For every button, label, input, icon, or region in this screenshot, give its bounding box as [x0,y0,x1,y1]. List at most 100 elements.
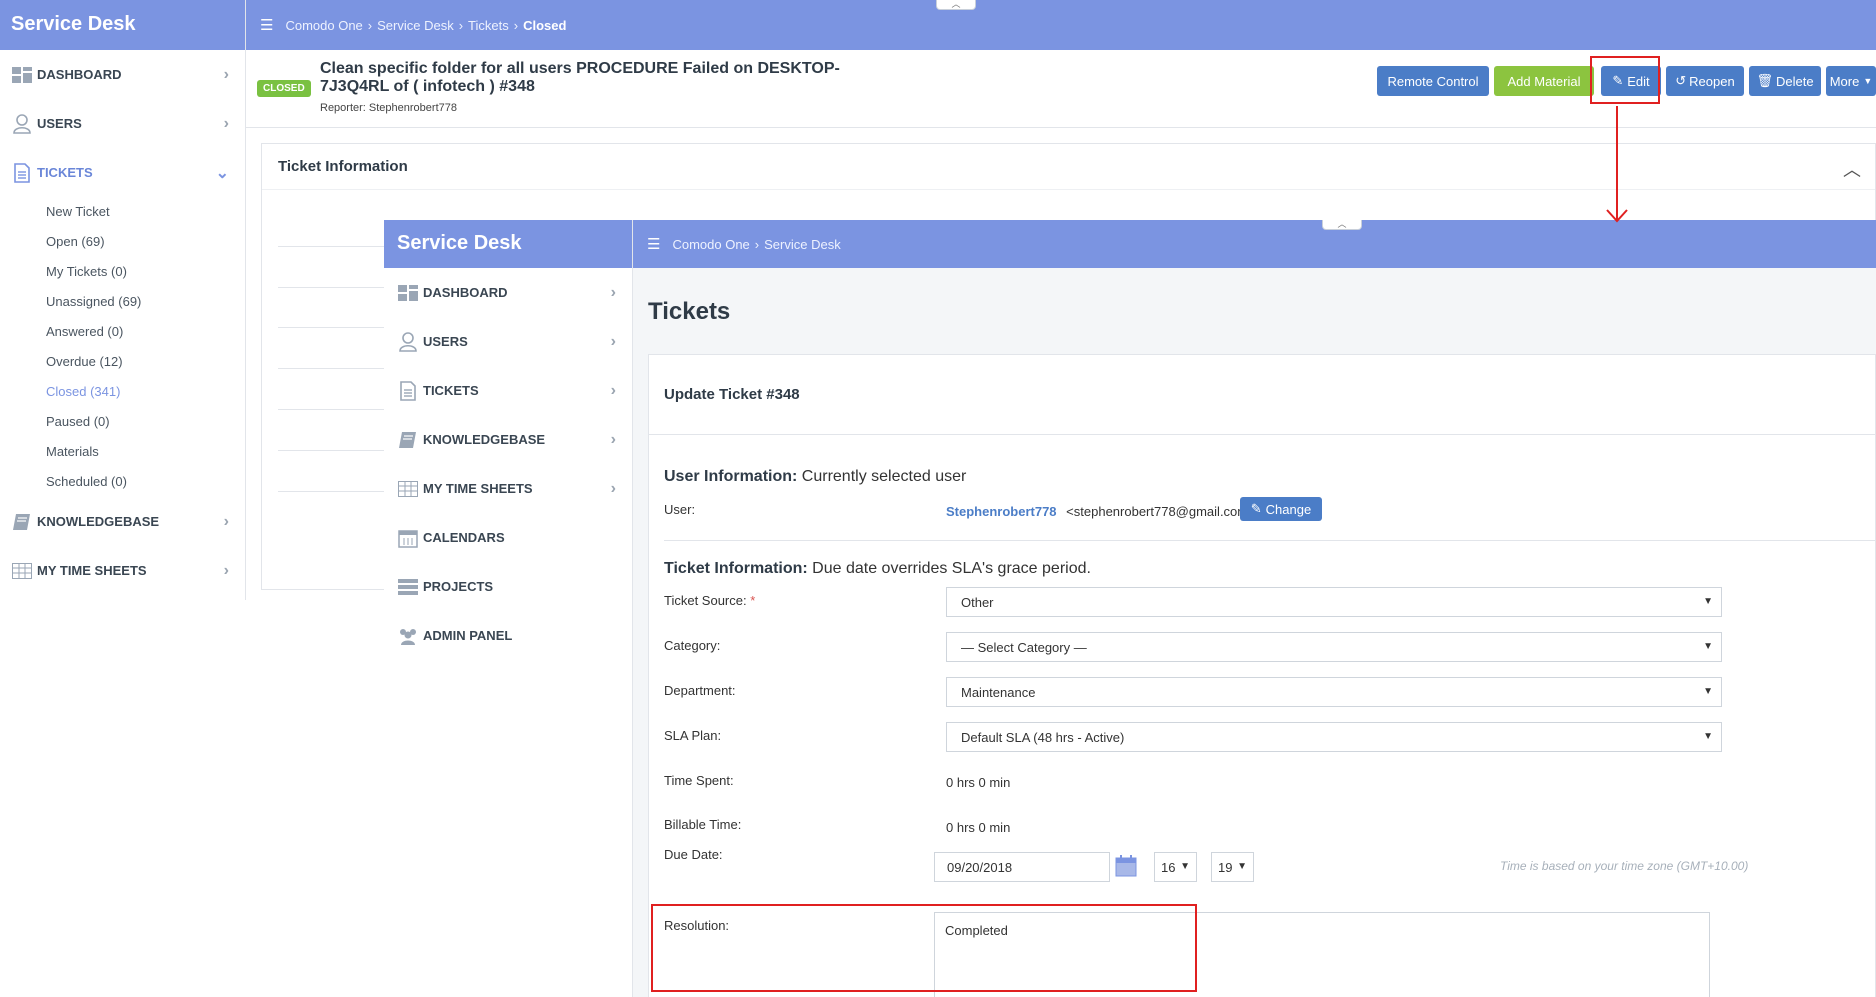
change-user-button[interactable]: ✎ Change [1240,497,1322,521]
select-value: Other [961,594,994,610]
collapse-header-icon[interactable]: ︿ [936,0,976,10]
due-date-input[interactable]: 09/20/2018 [934,852,1110,882]
breadcrumb-comodo-one[interactable]: Comodo One [672,237,749,252]
annotation-arrow-head-icon [1606,209,1628,223]
breadcrumb-comodo-one[interactable]: Comodo One [285,18,362,33]
ticket-information-heading: Ticket Information: Due date overrides S… [664,560,1091,578]
due-hour-select[interactable]: 16 ▼ [1154,852,1197,882]
chevron-right-icon: › [223,561,229,579]
time-spent-label: Time Spent: [664,773,734,788]
category-label: Category: [664,638,721,653]
document-icon [11,162,33,184]
book-icon [397,429,419,451]
calendar-picker-icon[interactable] [1115,855,1137,877]
sidebar-item-tickets[interactable]: TICKETS › [384,366,632,415]
sidebar-item-label: CALENDARS [423,530,505,545]
table-icon [11,560,33,582]
sidebar-item-dashboard[interactable]: DASHBOARD › [0,50,245,99]
submenu-open[interactable]: Open (69) [0,227,245,257]
app-logo[interactable]: Service Desk [0,0,245,50]
document-icon [397,380,419,402]
sidebar-item-tickets[interactable]: TICKETS ⌄ [0,148,245,197]
submenu-scheduled[interactable]: Scheduled (0) [0,467,245,497]
projects-icon [397,576,419,598]
due-minute-select[interactable]: 19 ▼ [1211,852,1254,882]
category-select[interactable]: — Select Category — ▼ [946,632,1722,662]
submenu-my-tickets[interactable]: My Tickets (0) [0,257,245,287]
change-button-label: Change [1265,501,1312,517]
user-email: <stephenrobert778@gmail.com> [1066,504,1256,519]
required-asterisk: * [750,593,756,608]
breadcrumb-tickets[interactable]: Tickets [468,18,509,33]
hamburger-menu-icon[interactable]: ☰ [647,235,660,253]
table-icon [397,478,419,500]
page-title: Tickets [648,298,731,325]
submenu-overdue[interactable]: Overdue (12) [0,347,245,377]
breadcrumb-service-desk[interactable]: Service Desk [377,18,454,33]
app-logo[interactable]: Service Desk [384,220,632,268]
user-name-link[interactable]: Stephenrobert778 [946,504,1057,519]
chevron-right-icon: › [610,479,616,497]
delete-button[interactable]: 🗑 Delete [1749,66,1821,96]
sidebar-item-label: USERS [37,116,82,131]
chevron-right-icon: › [610,430,616,448]
collapse-header-icon[interactable]: ︿ [1322,220,1362,230]
sidebar-item-label: TICKETS [423,383,479,398]
billable-time-label: Billable Time: [664,817,742,832]
submenu-paused[interactable]: Paused (0) [0,407,245,437]
sidebar-item-admin-panel[interactable]: ADMIN PANEL [384,611,632,660]
caret-down-icon: ▼ [1703,731,1713,742]
sidebar-item-projects[interactable]: PROJECTS [384,562,632,611]
more-button-label: More [1829,73,1860,89]
dashboard-icon [397,282,419,304]
submenu-answered[interactable]: Answered (0) [0,317,245,347]
caret-down-icon: ▼ [1703,596,1713,607]
sidebar-item-label: PROJECTS [423,579,494,594]
sidebar-item-label: KNOWLEDGEBASE [37,514,160,529]
reopen-button[interactable]: ↺ Reopen [1666,66,1744,96]
more-button[interactable]: More ▼ [1826,66,1876,96]
submenu-materials[interactable]: Materials [0,437,245,467]
submenu-closed[interactable]: Closed (341) [0,377,245,407]
breadcrumb-service-desk: Service Desk [764,236,841,252]
sidebar-item-users[interactable]: USERS › [384,317,632,366]
add-material-button[interactable]: Add Material [1494,66,1594,96]
breadcrumb-separator-icon: › [513,17,519,33]
remote-control-button[interactable]: Remote Control [1377,66,1489,96]
breadcrumb-separator-icon: › [754,236,760,252]
delete-button-label: Delete [1775,73,1814,89]
divider [664,540,1876,541]
sidebar-item-time-sheets[interactable]: MY TIME SHEETS › [384,464,632,513]
caret-down-icon: ▼ [1703,641,1713,652]
breadcrumb-separator-icon: › [458,17,464,33]
select-value: 16 [1161,859,1176,875]
divider [278,246,388,247]
sidebar: Service Desk DASHBOARD › USERS › TICKETS… [384,220,633,997]
sla-plan-select[interactable]: Default SLA (48 hrs - Active) ▼ [946,722,1722,752]
time-spent-value: 0 hrs 0 min [946,775,1011,790]
sidebar-item-knowledgebase[interactable]: KNOWLEDGEBASE › [384,415,632,464]
sidebar-item-knowledgebase[interactable]: KNOWLEDGEBASE › [0,497,245,546]
hamburger-menu-icon[interactable]: ☰ [260,16,273,34]
caret-down-icon: ▼ [1863,76,1873,86]
card-title: Update Ticket #348 [649,355,1875,435]
sidebar-item-label: ADMIN PANEL [423,628,513,643]
annotation-arrow-line [1616,106,1618,220]
select-value: Default SLA (48 hrs - Active) [961,729,1125,745]
sidebar-item-users[interactable]: USERS › [0,99,245,148]
sidebar-item-dashboard[interactable]: DASHBOARD › [384,268,632,317]
department-select[interactable]: Maintenance ▼ [946,677,1722,707]
divider [278,368,388,369]
book-icon [11,511,33,533]
submenu-unassigned[interactable]: Unassigned (69) [0,287,245,317]
ticket-source-select[interactable]: Other ▼ [946,587,1722,617]
selected-user: Stephenrobert778 <stephenrobert778@gmail… [946,504,1256,519]
sidebar-item-time-sheets[interactable]: MY TIME SHEETS › [0,546,245,595]
submenu-new-ticket[interactable]: New Ticket [0,197,245,227]
reopen-button-label: Reopen [1689,73,1735,89]
sidebar-item-calendars[interactable]: CALENDARS [384,513,632,562]
ticket-reporter: Reporter: Stephenrobert778 [320,102,457,114]
chevron-up-icon[interactable]: ︿ [1843,156,1861,182]
sidebar-item-label: DASHBOARD [423,285,508,300]
chevron-right-icon: › [223,65,229,83]
